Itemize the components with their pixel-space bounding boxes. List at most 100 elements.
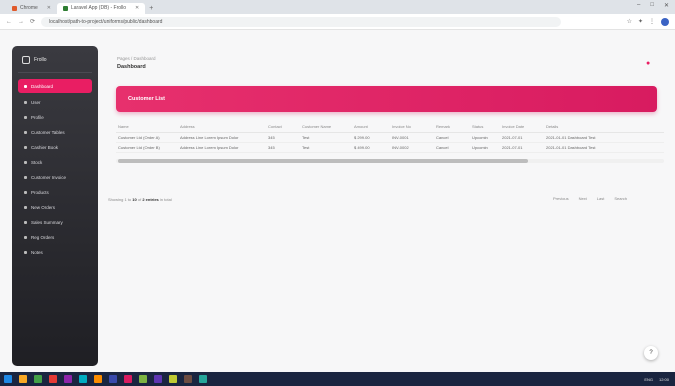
column-header[interactable]: Address <box>178 122 266 133</box>
taskbar-app-icon[interactable] <box>34 375 42 383</box>
table-cell: Address Line Lorem Ipsum Dolor <box>178 132 266 143</box>
tab-favicon-icon <box>63 6 68 11</box>
back-icon[interactable]: ← <box>6 19 12 25</box>
close-window-button[interactable]: ✕ <box>664 2 669 9</box>
sidebar-item-customer-tables[interactable]: Customer Tables <box>18 126 92 138</box>
table-cell: INV-0001 <box>390 132 434 143</box>
taskbar-app-icon[interactable] <box>139 375 147 383</box>
window-controls: – □ ✕ <box>637 2 669 9</box>
scrollbar-thumb[interactable] <box>118 159 528 163</box>
forward-icon[interactable]: → <box>18 19 24 25</box>
column-header[interactable]: Customer Name <box>300 122 352 133</box>
taskbar-app-icon[interactable] <box>169 375 177 383</box>
table-cell: Test <box>300 142 352 153</box>
tab-favicon-icon <box>12 6 17 11</box>
taskbar-app-icon[interactable] <box>199 375 207 383</box>
clock[interactable]: 12:00 <box>659 377 669 382</box>
sidebar-item-user[interactable]: User <box>18 96 92 108</box>
sidebar-item-label: Customer Invoice <box>31 174 67 180</box>
taskbar-app-icon[interactable] <box>109 375 117 383</box>
column-header[interactable]: Name <box>116 122 178 133</box>
sidebar-item-products[interactable]: Products <box>18 186 92 198</box>
extensions-icon[interactable]: ✦ <box>638 18 643 25</box>
address-bar: ← → ⟳ localhost/path-to-project/uniforms… <box>0 14 675 30</box>
sidebar-item-reg-orders[interactable]: Reg Orders <box>18 231 92 243</box>
table-row[interactable]: Customer Ltd (Order B) Address Line Lore… <box>116 142 664 153</box>
taskbar-app-icon[interactable] <box>4 375 12 383</box>
browser-tab-active[interactable]: Laravel App (DB) - Frollo ✕ <box>57 3 146 14</box>
column-header[interactable]: Details <box>544 122 664 133</box>
sidebar-item-new-orders[interactable]: New Orders <box>18 201 92 213</box>
table-cell: 2021-07-01 <box>500 132 544 143</box>
close-tab-icon[interactable]: ✕ <box>135 3 139 14</box>
table-cell: INV-0002 <box>390 142 434 153</box>
column-header[interactable]: Invoice Date <box>500 122 544 133</box>
sidebar-item-cashier-book[interactable]: Cashier Book <box>18 141 92 153</box>
sidebar-item-sales-summary[interactable]: Sales Summary <box>18 216 92 228</box>
invoice-icon <box>24 175 27 179</box>
minimize-button[interactable]: – <box>637 2 640 9</box>
star-icon[interactable]: ☆ <box>627 18 632 25</box>
note-icon <box>24 250 27 254</box>
taskbar-app-icon[interactable] <box>49 375 57 383</box>
menu-dots-icon[interactable]: ⋮ <box>649 18 655 25</box>
page-title: Dashboard <box>117 64 146 70</box>
taskbar-app-icon[interactable] <box>19 375 27 383</box>
column-header[interactable]: Invoice No <box>390 122 434 133</box>
horizontal-scrollbar[interactable] <box>116 159 664 163</box>
sidebar-item-customer-invoice[interactable]: Customer Invoice <box>18 171 92 183</box>
maximize-button[interactable]: □ <box>650 2 654 9</box>
taskbar-app-icon[interactable] <box>124 375 132 383</box>
reload-icon[interactable]: ⟳ <box>30 18 35 25</box>
table-cell: Test <box>300 132 352 143</box>
table-row[interactable]: Customer Ltd (Order A) Address Line Lore… <box>116 132 664 143</box>
sidebar-item-label: Reg Orders <box>31 234 55 240</box>
screen: Chrome ✕ Laravel App (DB) - Frollo ✕ + –… <box>0 0 675 386</box>
browser-tab[interactable]: Chrome ✕ <box>6 3 57 14</box>
sidebar-item-stock[interactable]: Stock <box>18 156 92 168</box>
url-input[interactable]: localhost/path-to-project/uniforms/publi… <box>41 16 562 27</box>
box-icon <box>24 160 27 164</box>
column-header[interactable]: Remark <box>434 122 470 133</box>
pagination-controls: Previous Next Last Search <box>553 196 627 201</box>
customer-list-card: Customer List Name Address Contact Custo… <box>108 86 664 165</box>
search-button[interactable]: Search <box>614 196 627 201</box>
column-header[interactable]: Contact <box>266 122 300 133</box>
next-page-button[interactable]: Next <box>579 196 587 201</box>
profile-avatar[interactable] <box>661 17 669 26</box>
sidebar-item-profile[interactable]: Profile <box>18 111 92 123</box>
table-cell: $ 499.00 <box>352 142 390 153</box>
sidebar: Frollo Dashboard User Profile Customer T… <box>12 46 98 366</box>
sidebar-brand[interactable]: Frollo <box>18 54 92 73</box>
table-cell: 2021-01-01 Dashboard Test <box>544 132 664 143</box>
summary-prefix: Showing 1 to <box>108 197 132 202</box>
last-page-button[interactable]: Last <box>597 196 605 201</box>
bell-icon[interactable]: ● <box>646 60 650 67</box>
pagination-summary: Showing 1 to 10 of 2 entries in total <box>108 197 172 202</box>
close-tab-icon[interactable]: ✕ <box>47 3 51 14</box>
table-cell: 345 <box>266 132 300 143</box>
user-icon <box>24 100 27 104</box>
language-indicator[interactable]: ENG <box>644 377 653 382</box>
column-header[interactable]: Amount <box>352 122 390 133</box>
taskbar-app-icon[interactable] <box>79 375 87 383</box>
sidebar-item-dashboard[interactable]: Dashboard <box>18 79 92 93</box>
table-cell: 345 <box>266 142 300 153</box>
sidebar-item-label: Stock <box>31 159 43 165</box>
sidebar-item-notes[interactable]: Notes <box>18 246 92 258</box>
table-cell: Address Line Lorem Ipsum Dolor <box>178 142 266 153</box>
taskbar-app-icon[interactable] <box>154 375 162 383</box>
taskbar-app-icon[interactable] <box>64 375 72 383</box>
column-header[interactable]: Status <box>470 122 500 133</box>
summary-total: 2 entries <box>142 197 159 202</box>
table-cell: Customer Ltd (Order A) <box>116 132 178 143</box>
new-tab-button[interactable]: + <box>149 3 153 14</box>
taskbar-app-icon[interactable] <box>94 375 102 383</box>
taskbar-app-icon[interactable] <box>184 375 192 383</box>
tab-label: Laravel App (DB) - Frollo <box>71 5 127 11</box>
help-button[interactable]: ? <box>644 346 658 360</box>
sidebar-item-label: Profile <box>31 114 44 120</box>
previous-page-button[interactable]: Previous <box>553 196 569 201</box>
table-icon <box>24 130 27 134</box>
system-tray: ENG 12:00 <box>644 372 669 386</box>
